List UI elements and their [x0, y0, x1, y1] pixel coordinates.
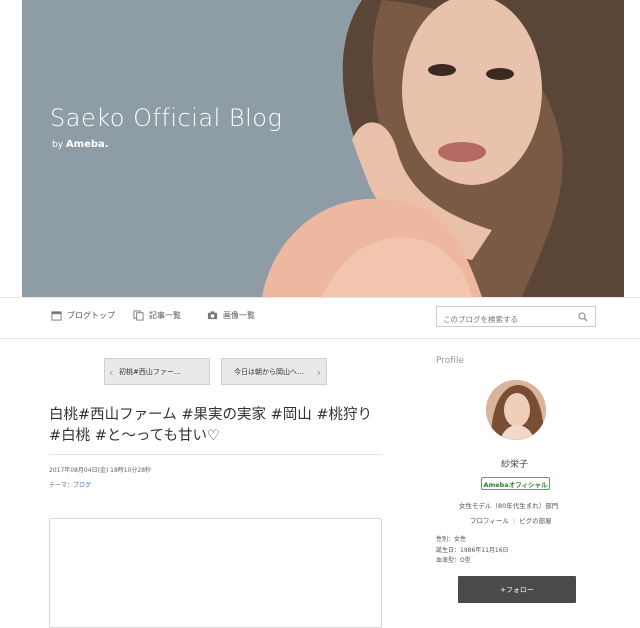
blog-search-box: [436, 306, 596, 329]
embedded-post-frame: [49, 518, 382, 628]
avatar[interactable]: [486, 380, 546, 440]
previous-article-button[interactable]: ‹ 初桃#西山ファー…: [104, 358, 210, 385]
profile-link[interactable]: プロフィール: [470, 517, 509, 525]
article-theme: テーマ：ブログ: [49, 480, 91, 489]
nav-articles-label: 記事一覧: [149, 311, 181, 320]
profile-blood-type: 血液型：O型: [436, 557, 471, 564]
title-divider: [49, 454, 382, 455]
nav-blog-top-label: ブログトップ: [67, 311, 115, 320]
calendar-icon: [51, 311, 62, 321]
blog-header-banner[interactable]: Saeko Official Blog by Ameba.: [22, 0, 624, 297]
profile-stats: 性別：女性 誕生日：1986年11月16日 血液型：O型: [436, 535, 509, 567]
official-badge: Amebaオフィシャル: [481, 477, 550, 490]
profile-category[interactable]: 女性モデル（80年代生まれ）部門: [459, 500, 558, 510]
ameba-logo: Ameba.: [65, 139, 109, 150]
link-separator: |: [512, 517, 516, 525]
documents-icon: [133, 310, 144, 321]
profile-gender: 性別：女性: [436, 536, 467, 543]
header-portrait-image: [22, 0, 624, 297]
pigg-room-link[interactable]: ピグの部屋: [519, 517, 552, 525]
nav-articles[interactable]: 記事一覧: [133, 310, 181, 321]
sidebar-profile-heading: Profile: [436, 356, 464, 366]
chevron-left-icon: ‹: [109, 366, 114, 379]
profile-birthday: 誕生日：1986年11月16日: [436, 546, 509, 554]
next-article-button[interactable]: 今日は朝から岡山へ… ›: [221, 358, 327, 385]
nav-blog-top[interactable]: ブログトップ: [51, 310, 115, 321]
previous-article-label: 初桃#西山ファー…: [119, 367, 181, 376]
camera-icon: [207, 311, 218, 320]
nav-images-label: 画像一覧: [223, 311, 255, 320]
profile-name[interactable]: 紗栄子: [501, 457, 528, 470]
next-article-label: 今日は朝から岡山へ…: [234, 367, 304, 376]
blog-title: Saeko Official Blog: [50, 104, 283, 132]
blog-navigation: ブログトップ 記事一覧 画像一覧: [0, 297, 640, 339]
chevron-right-icon: ›: [316, 366, 321, 379]
avatar-image: [486, 380, 546, 440]
search-input[interactable]: [437, 310, 579, 329]
byline: by Ameba.: [52, 139, 109, 150]
article-title[interactable]: 白桃#西山ファーム #果実の実家 #岡山 #桃狩り #白桃 #と〜っても甘い♡: [49, 405, 384, 447]
theme-label: テーマ：: [49, 482, 74, 489]
article-date: 2017年08月04日(金) 18時10分28秒: [49, 467, 152, 474]
theme-link[interactable]: ブログ: [73, 482, 91, 489]
search-icon[interactable]: [578, 312, 588, 322]
nav-images[interactable]: 画像一覧: [207, 310, 255, 321]
follow-button[interactable]: +フォロー: [458, 576, 576, 603]
byline-by: by: [52, 140, 64, 150]
profile-links: プロフィール | ピグの部屋: [470, 515, 552, 525]
